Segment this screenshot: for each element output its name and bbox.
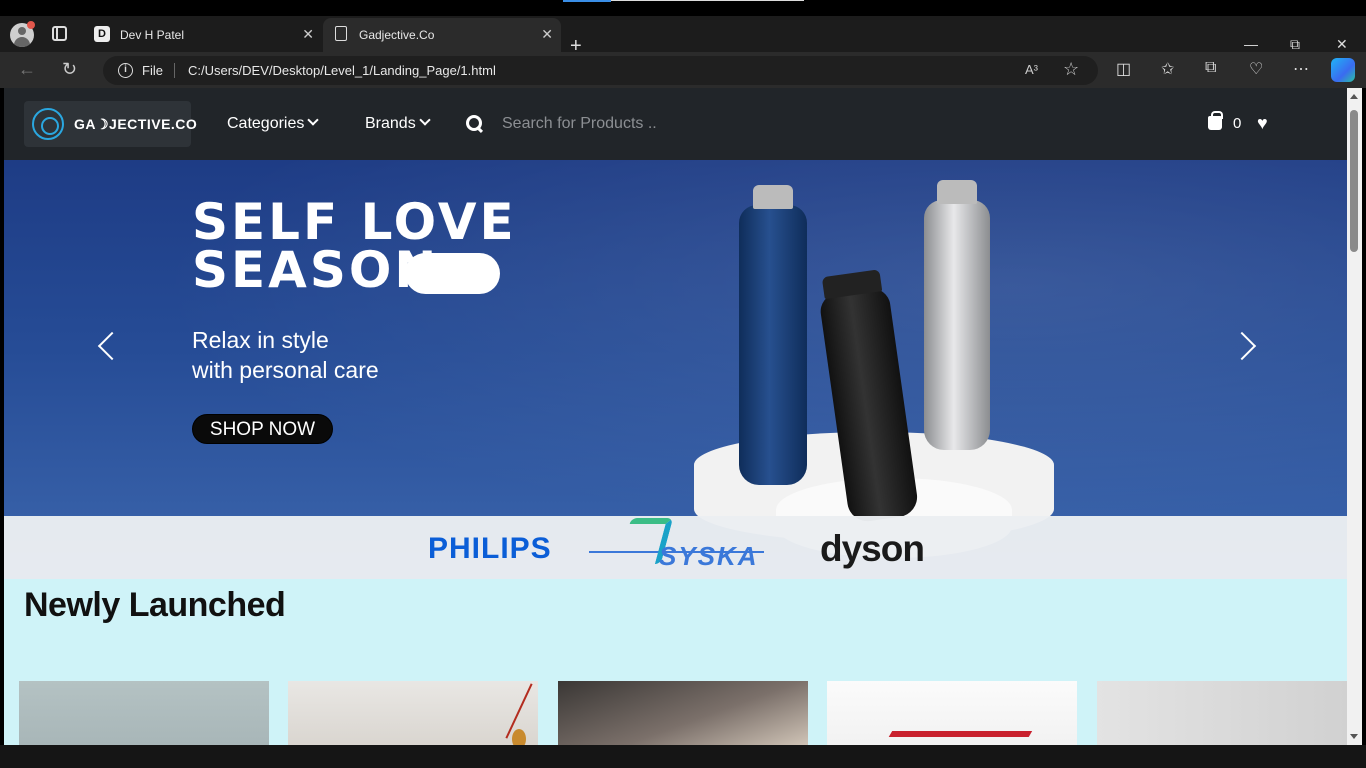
collections-icon[interactable]: ⧉ bbox=[1205, 59, 1216, 77]
tab-bar: D Dev H Patel ✕ Gadjective.Co ✕ + — ⧉ ✕ bbox=[0, 16, 1366, 56]
product-card[interactable] bbox=[558, 681, 808, 745]
scroll-down-icon[interactable] bbox=[1350, 734, 1358, 739]
nav-categories[interactable]: Categories bbox=[227, 114, 320, 133]
product-card[interactable] bbox=[19, 681, 269, 745]
tab-close-icon[interactable]: ✕ bbox=[541, 26, 553, 43]
tab-gadjective[interactable]: Gadjective.Co ✕ bbox=[323, 18, 561, 52]
brand-philips-logo: PHILIPS bbox=[428, 532, 552, 565]
tab-dev-h-patel[interactable]: D Dev H Patel ✕ bbox=[84, 18, 322, 52]
subline-line-2: with personal care bbox=[192, 357, 379, 383]
tab-title: Dev H Patel bbox=[120, 28, 185, 42]
headline-pill-shape bbox=[405, 253, 500, 294]
brand-dyson-logo: dyson bbox=[820, 528, 925, 569]
taskbar-indicator bbox=[563, 0, 611, 2]
logo-text: GA☽JECTIVE.CO bbox=[74, 116, 198, 132]
blue-trimmer-image bbox=[739, 185, 807, 485]
silver-trimmer-image bbox=[924, 180, 990, 450]
product-shape bbox=[881, 731, 1033, 745]
scroll-up-icon[interactable] bbox=[1350, 94, 1358, 99]
taskbar-indicator-line bbox=[611, 0, 804, 1]
nav-brands-label: Brands bbox=[365, 115, 416, 132]
site-info-icon[interactable]: i bbox=[118, 63, 133, 78]
favorites-icon[interactable]: ✩ bbox=[1161, 59, 1174, 79]
product-card[interactable] bbox=[1097, 681, 1347, 745]
favorite-star-icon[interactable]: ☆ bbox=[1063, 59, 1079, 80]
performance-icon[interactable]: ♡ bbox=[1249, 59, 1263, 79]
scrollbar-thumb[interactable] bbox=[1350, 110, 1358, 252]
wishlist-heart-icon[interactable]: ♥ bbox=[1257, 114, 1268, 132]
restore-icon[interactable]: ⧉ bbox=[1290, 36, 1300, 53]
search-icon[interactable] bbox=[466, 115, 482, 131]
tab-close-icon[interactable]: ✕ bbox=[302, 26, 314, 43]
tab-favicon-icon: D bbox=[94, 26, 110, 42]
page-viewport: GA☽JECTIVE.CO Categories Brands 0 ♥ SELF… bbox=[4, 88, 1347, 745]
read-aloud-icon[interactable]: A³ bbox=[1025, 62, 1038, 77]
site-navbar: GA☽JECTIVE.CO Categories Brands 0 ♥ bbox=[4, 88, 1347, 160]
copilot-icon[interactable] bbox=[1331, 58, 1355, 82]
shop-now-button[interactable]: SHOP NOW bbox=[192, 414, 333, 444]
omnibox[interactable]: i File C:/Users/DEV/Desktop/Level_1/Land… bbox=[103, 56, 1098, 85]
brand-strip: PHILIPS SYSKA dyson bbox=[4, 516, 1347, 579]
nav-brands[interactable]: Brands bbox=[365, 114, 431, 133]
address-bar: ← ↻ i File C:/Users/DEV/Desktop/Level_1/… bbox=[0, 52, 1366, 88]
file-page-icon bbox=[335, 26, 347, 41]
tab-title: Gadjective.Co bbox=[359, 28, 435, 42]
product-card[interactable] bbox=[827, 681, 1077, 745]
shopping-bag-icon[interactable] bbox=[1208, 111, 1223, 130]
hero-banner: SELF LOVE SEASON Relax in style with per… bbox=[4, 160, 1347, 579]
search-input[interactable] bbox=[502, 110, 1102, 138]
url-text[interactable]: C:/Users/DEV/Desktop/Level_1/Landing_Pag… bbox=[188, 63, 496, 78]
site-logo[interactable]: GA☽JECTIVE.CO bbox=[24, 101, 197, 147]
refresh-icon[interactable]: ↻ bbox=[62, 59, 77, 80]
banner-subline: Relax in style with personal care bbox=[192, 325, 379, 385]
brand-syska-logo: SYSKA bbox=[589, 516, 764, 576]
omnibox-divider bbox=[174, 63, 175, 78]
trimmer-head bbox=[937, 180, 977, 204]
headline-line-1: SELF LOVE bbox=[192, 193, 517, 251]
scheme-label: File bbox=[142, 63, 163, 78]
trimmer-head bbox=[753, 185, 793, 209]
logo-ring-icon bbox=[32, 108, 64, 140]
subline-line-1: Relax in style bbox=[192, 327, 329, 353]
profile-notification-dot bbox=[27, 21, 35, 29]
product-card[interactable] bbox=[288, 681, 538, 745]
newly-launched-heading: Newly Launched bbox=[24, 586, 286, 624]
cart-count: 0 bbox=[1233, 115, 1242, 132]
minimize-icon[interactable]: — bbox=[1244, 36, 1258, 52]
split-screen-icon[interactable]: ◫ bbox=[1116, 59, 1131, 79]
back-icon[interactable]: ← bbox=[18, 59, 36, 80]
more-icon[interactable]: ⋯ bbox=[1293, 59, 1309, 79]
window-bottom-strip bbox=[0, 745, 1366, 768]
window-top-strip bbox=[0, 0, 1366, 16]
nav-categories-label: Categories bbox=[227, 115, 305, 132]
close-window-icon[interactable]: ✕ bbox=[1336, 36, 1348, 53]
chevron-down-icon bbox=[419, 114, 431, 126]
syska-wordmark: SYSKA bbox=[659, 541, 759, 571]
tab-actions-icon[interactable] bbox=[52, 26, 67, 41]
lamp-bulb bbox=[512, 729, 526, 745]
page-scrollbar[interactable] bbox=[1347, 88, 1362, 745]
chevron-down-icon bbox=[307, 114, 320, 126]
